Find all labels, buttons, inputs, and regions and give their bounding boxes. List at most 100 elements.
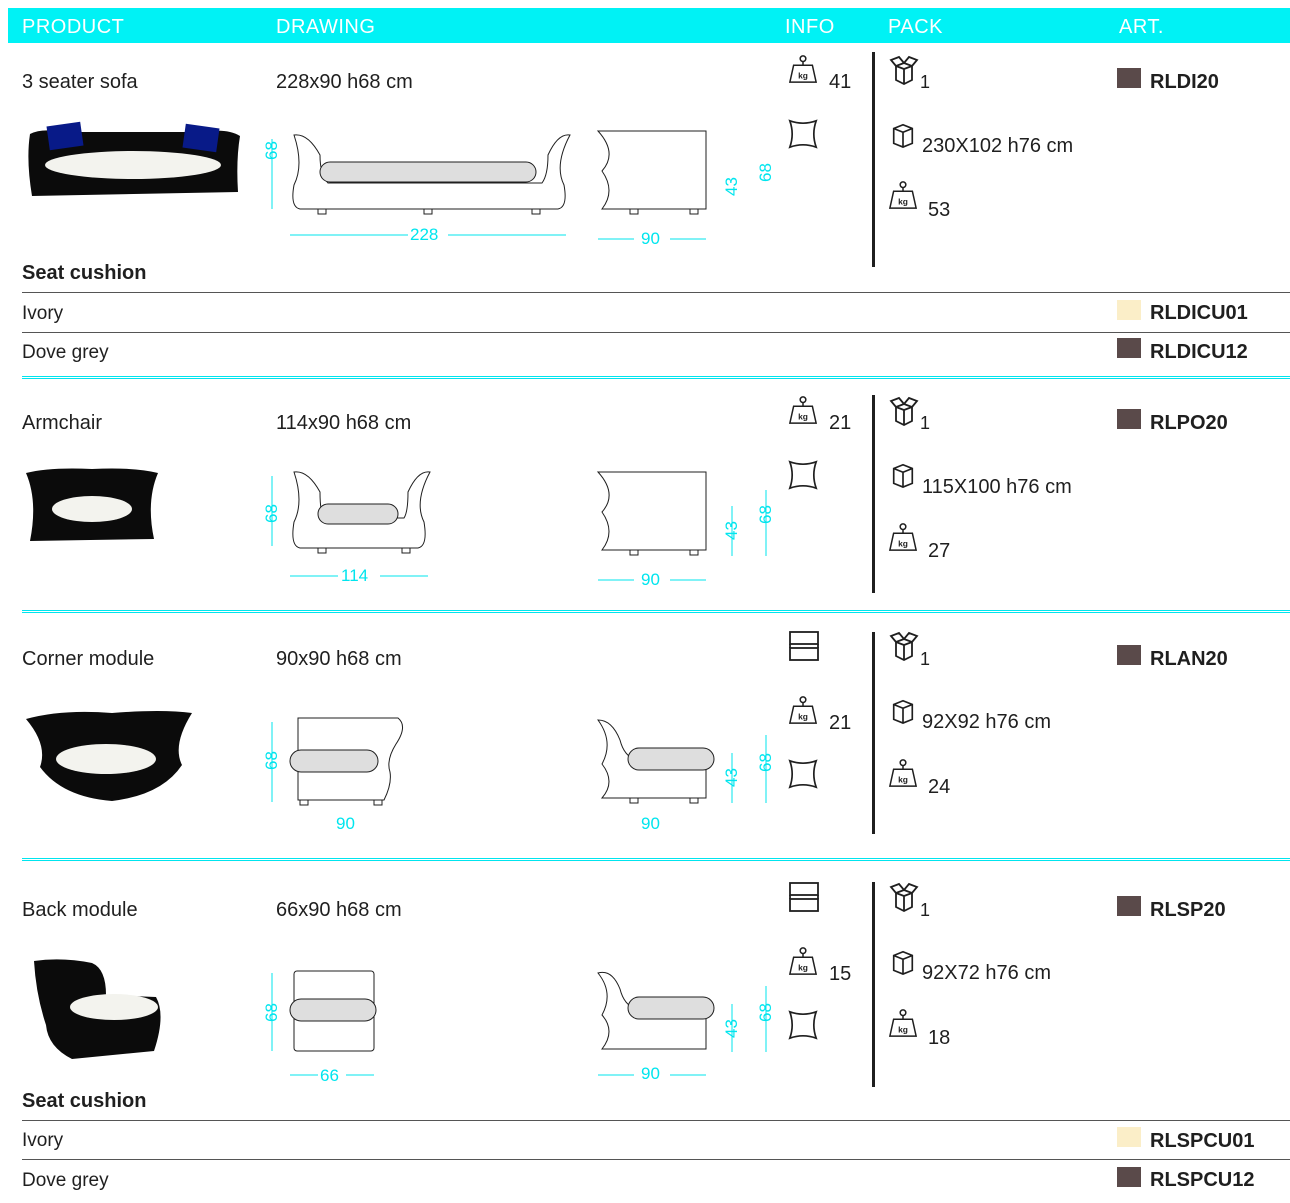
dim-lines (731, 735, 767, 803)
product-size: 228x90 h68 cm (276, 71, 413, 93)
header-product: PRODUCT (22, 16, 125, 38)
section-divider (22, 376, 1290, 379)
product-size: 90x90 h68 cm (276, 648, 402, 670)
pack-divider (872, 882, 875, 1087)
cushion-icon (787, 1009, 819, 1041)
cushion-color: Dove grey (22, 342, 109, 363)
header-pack: PACK (888, 16, 943, 38)
box-icon (890, 460, 916, 490)
section-divider (22, 858, 1290, 861)
stack-icon (787, 881, 821, 913)
product-name: Armchair (22, 412, 103, 434)
dim-lines (731, 490, 767, 556)
armchair-photo (26, 468, 158, 541)
box-icon (890, 947, 916, 977)
product-size: 66x90 h68 cm (276, 899, 402, 921)
dim-seat-height: 43 (722, 177, 741, 196)
color-swatch (1117, 645, 1141, 665)
dim-front-width: 228 (410, 225, 439, 244)
color-swatch (1117, 1167, 1141, 1187)
product-size: 114x90 h68 cm (276, 412, 412, 434)
row-divider (22, 332, 1290, 333)
dim-side-height: 68 (756, 163, 775, 182)
row-divider (22, 1159, 1290, 1160)
dim-side-depth: 90 (641, 229, 660, 248)
art-code: RLAN20 (1150, 648, 1228, 670)
art-code: RLPO20 (1150, 412, 1228, 434)
corner-module-drawing (271, 717, 715, 806)
art-code: RLSP20 (1150, 899, 1226, 921)
cushion-color: Dove grey (22, 1170, 109, 1191)
box-icon (890, 120, 916, 150)
box-icon (890, 696, 916, 726)
pack-qty: 1 (920, 900, 931, 920)
section-divider (22, 610, 1290, 613)
weight-icon (888, 180, 918, 210)
product-weight: 21 (829, 412, 852, 434)
pack-divider (872, 52, 875, 267)
dim-front-width: 90 (336, 814, 355, 833)
dim-height: 68 (262, 1003, 281, 1022)
row-divider (22, 292, 1290, 293)
art-code: RLSPCU01 (1150, 1130, 1255, 1152)
dim-height: 68 (262, 751, 281, 770)
product-name: 3 seater sofa (22, 71, 138, 93)
pack-size: 230X102 h76 cm (922, 135, 1074, 157)
dim-height: 68 (262, 141, 281, 160)
dim-front-width: 114 (341, 566, 369, 585)
table-header: PRODUCT DRAWING INFO PACK ART. (8, 8, 1290, 43)
color-swatch (1117, 300, 1141, 320)
color-swatch (1117, 68, 1141, 88)
cushion-icon (787, 118, 819, 150)
dim-side-depth: 90 (641, 570, 660, 589)
pack-weight: 27 (928, 540, 951, 562)
pack-weight: 18 (928, 1027, 951, 1049)
cushion-title: Seat cushion (22, 1090, 147, 1112)
color-swatch (1117, 896, 1141, 916)
pack-qty: 1 (920, 649, 931, 669)
pack-weight: 24 (928, 776, 951, 798)
cushion-color: Ivory (22, 303, 64, 324)
dim-side-depth: 90 (641, 1064, 660, 1083)
back-module-drawing (271, 970, 715, 1076)
product-name: Back module (22, 899, 138, 921)
weight-icon (788, 395, 818, 425)
back-module-photo (34, 959, 161, 1059)
pack-qty: 1 (920, 72, 931, 92)
weight-icon (888, 758, 918, 788)
product-name: Corner module (22, 648, 155, 670)
color-swatch (1117, 1127, 1141, 1147)
cushion-color: Ivory (22, 1130, 64, 1151)
pack-divider (872, 632, 875, 834)
weight-icon (888, 1008, 918, 1038)
open-box-icon (888, 881, 920, 913)
open-box-icon (888, 54, 920, 86)
pack-divider (872, 395, 875, 593)
header-drawing: DRAWING (276, 16, 376, 38)
pack-size: 115X100 h76 cm (922, 476, 1072, 498)
stack-icon (787, 630, 821, 662)
cushion-icon (787, 459, 819, 491)
color-swatch (1117, 409, 1141, 429)
weight-icon (788, 54, 818, 84)
open-box-icon (888, 630, 920, 662)
dim-lines (731, 986, 767, 1052)
product-weight: 21 (829, 712, 852, 734)
weight-icon (788, 946, 818, 976)
art-code: RLSPCU12 (1150, 1169, 1255, 1191)
dim-side-depth: 90 (641, 814, 660, 833)
header-art: ART. (1119, 16, 1164, 38)
product-weight: 15 (829, 963, 852, 985)
pack-size: 92X72 h76 cm (922, 962, 1051, 984)
dim-height: 68 (262, 504, 281, 523)
art-code: RLDICU12 (1150, 341, 1248, 363)
cushion-title: Seat cushion (22, 262, 147, 284)
pack-weight: 53 (928, 199, 951, 221)
pack-qty: 1 (920, 413, 931, 433)
dim-front-width: 66 (320, 1066, 339, 1085)
color-swatch (1117, 338, 1141, 358)
open-box-icon (888, 395, 920, 427)
row-divider (22, 1120, 1290, 1121)
cushion-icon (787, 758, 819, 790)
sofa-photo (28, 121, 241, 196)
